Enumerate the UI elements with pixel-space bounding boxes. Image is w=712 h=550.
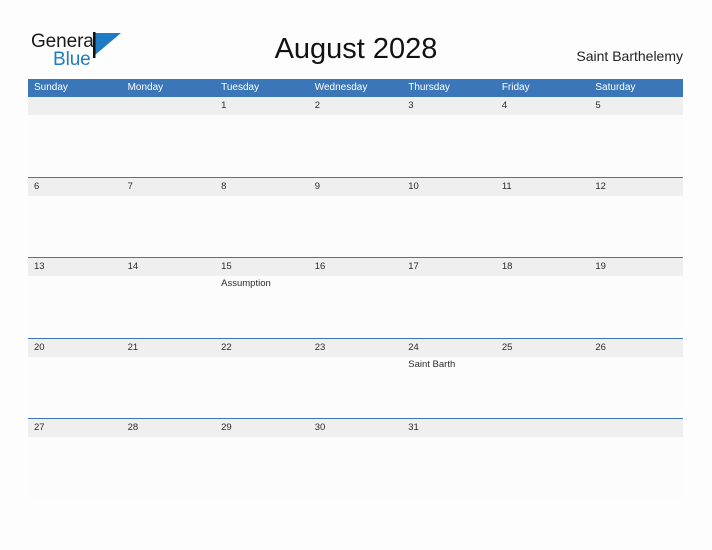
week-row: 27 28 29 30 31 [28,418,683,499]
day-cell[interactable]: 21 [122,338,216,419]
day-number: 18 [501,261,513,272]
day-cell[interactable]: 26 [589,338,683,419]
day-number: 23 [314,341,326,353]
day-cell[interactable]: 15 Assumption [215,257,309,338]
day-number: 17 [408,261,419,272]
day-number: 8 [221,180,227,192]
day-cell[interactable] [28,96,122,177]
day-number: 5 [595,100,601,111]
day-number: 27 [34,422,45,433]
weekday-header-row: Sunday Monday Tuesday Wednesday Thursday… [28,79,683,96]
day-cell[interactable] [122,96,216,177]
day-number: 13 [34,261,45,272]
day-number [128,96,216,115]
day-event: Saint Barth [408,358,456,370]
day-cell[interactable]: 17 [402,257,496,338]
day-cell[interactable]: 4 [496,96,590,177]
day-cell[interactable]: 23 [309,338,403,419]
day-cell[interactable]: 24 Saint Barth [402,338,496,419]
day-cell[interactable] [589,418,683,499]
day-cell[interactable]: 20 [28,338,122,419]
day-number: 31 [408,422,419,433]
day-cell[interactable]: 1 [215,96,309,177]
calendar-grid: Sunday Monday Tuesday Wednesday Thursday… [28,79,683,499]
day-number: 28 [127,422,139,433]
day-cell[interactable]: 9 [309,177,403,258]
day-number: 26 [595,341,606,353]
day-number: 6 [34,180,40,192]
day-cell[interactable]: 18 [496,257,590,338]
day-cell[interactable]: 5 [589,96,683,177]
day-number: 3 [408,100,414,111]
day-cell[interactable]: 3 [402,96,496,177]
day-number: 12 [595,180,606,192]
day-cell[interactable]: 28 [122,418,216,499]
day-cell[interactable]: 6 [28,177,122,258]
day-cell[interactable]: 31 [402,418,496,499]
day-number: 21 [127,341,139,353]
day-number: 24 [408,341,419,353]
day-cell[interactable] [496,418,590,499]
day-number: 7 [127,180,133,192]
day-cell[interactable]: 13 [28,257,122,338]
day-number: 11 [501,180,512,192]
day-event: Assumption [221,278,271,289]
day-number: 20 [34,341,45,353]
day-number: 22 [221,341,232,353]
day-cell[interactable]: 7 [122,177,216,258]
day-number: 16 [314,261,326,272]
day-cell[interactable]: 10 [402,177,496,258]
day-cell[interactable]: 27 [28,418,122,499]
week-row: 13 14 15 Assumption 16 17 18 19 [28,257,683,338]
weekday-monday: Monday [127,82,164,93]
day-number [34,96,122,115]
location-label: Saint Barthelemy [576,48,683,64]
week-row: 20 21 22 23 24 Saint Barth 25 26 [28,337,683,419]
day-cell[interactable]: 2 [309,96,403,177]
day-number: 9 [314,180,320,192]
weekday-sunday: Sunday [34,82,68,93]
week-row: 1 2 3 4 5 [28,96,683,177]
day-number: 10 [408,180,419,192]
day-number: 1 [221,100,227,111]
day-number: 2 [314,100,320,111]
day-cell[interactable]: 14 [122,257,216,338]
weekday-wednesday: Wednesday [314,82,368,93]
weekday-thursday: Thursday [408,82,450,93]
day-number [595,418,683,437]
day-number: 15 [221,261,232,272]
week-row: 6 7 8 9 10 11 12 [28,176,683,258]
day-cell[interactable]: 12 [589,177,683,258]
day-cell[interactable]: 25 [496,338,590,419]
day-cell[interactable]: 16 [309,257,403,338]
day-number: 19 [595,261,606,272]
weekday-saturday: Saturday [595,82,636,93]
day-cell[interactable]: 19 [589,257,683,338]
weekday-friday: Friday [501,82,530,93]
day-cell[interactable]: 11 [496,177,590,258]
day-cell[interactable]: 30 [309,418,403,499]
day-cell[interactable]: 8 [215,177,309,258]
weekday-tuesday: Tuesday [221,82,260,93]
day-number [502,418,590,437]
day-number: 14 [127,261,139,272]
day-number: 30 [314,422,326,433]
day-cell[interactable]: 22 [215,338,309,419]
day-number: 4 [501,100,508,111]
day-number: 25 [501,341,513,353]
day-cell[interactable]: 29 [215,418,309,499]
day-number: 29 [221,422,232,433]
page-header: General Blue August 2028 Saint Barthelem… [0,0,712,78]
